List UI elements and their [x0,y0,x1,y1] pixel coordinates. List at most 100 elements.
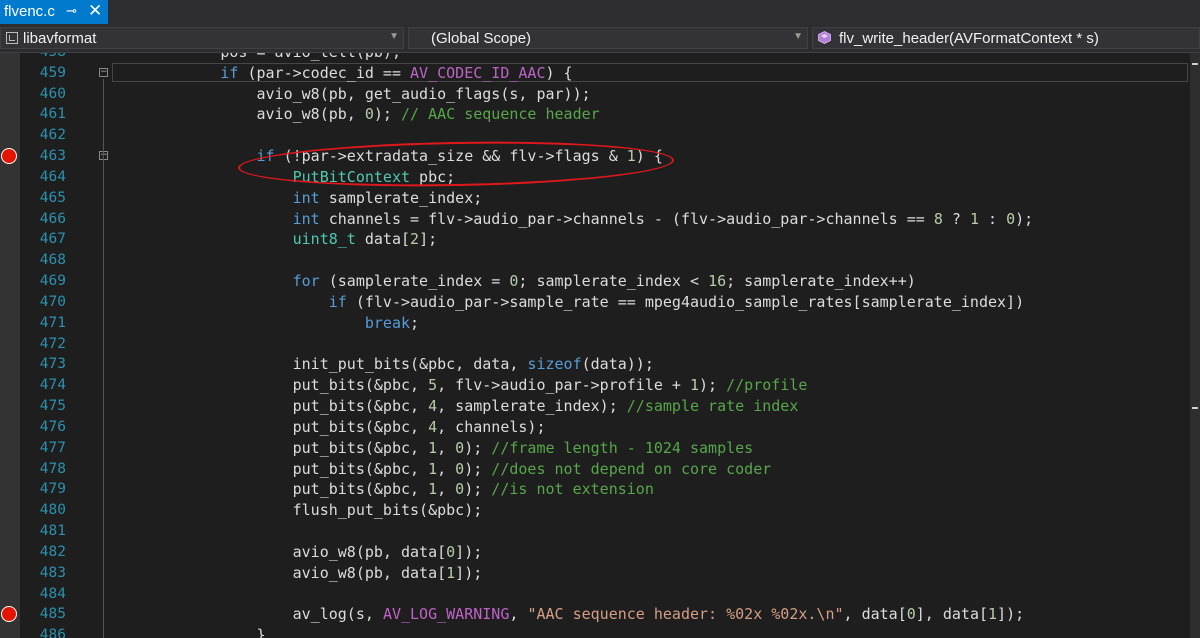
line-number: 478 [39,460,66,477]
code-line[interactable]: 475 put_bits(&pbc, 4, samplerate_index);… [0,396,1190,417]
tab-filename: flvenc.c [4,3,55,20]
line-number: 483 [39,564,66,581]
scope-label: (Global Scope) [431,30,532,47]
scrollbar-marker [1192,63,1198,65]
code-editor[interactable]: 458 pos = avio_tell(pb);459 − if (par->co… [0,53,1200,638]
code-text: for (samplerate_index = 0; samplerate_in… [292,272,916,291]
code-text: avio_w8(pb, 0); // AAC sequence header [112,105,600,124]
code-line[interactable]: 474 put_bits(&pbc, 5, flv->audio_par->pr… [0,375,1190,396]
breakpoint-icon[interactable] [1,148,17,165]
function-dropdown[interactable]: flv_write_header(AVFormatContext * s) [812,27,1200,49]
project-label: libavformat [23,30,97,47]
code-line[interactable]: 467 uint8_t data[2]; [0,229,1190,250]
code-line[interactable]: 469 for (samplerate_index = 0; samplerat… [0,271,1190,292]
code-line[interactable]: 460 avio_w8(pb, get_audio_flags(s, par))… [0,84,1190,105]
pin-icon[interactable]: ⊸ [66,3,77,19]
line-number: 471 [39,314,66,331]
scope-dropdown[interactable]: (Global Scope) ▼ [408,27,808,49]
line-number: 464 [39,168,66,185]
line-number: 463 [39,148,66,165]
line-number: 485 [39,606,66,623]
code-line[interactable]: 484 [0,584,1190,605]
line-number: 460 [39,85,66,102]
line-number: 469 [39,273,66,290]
document-tab-strip: flvenc.c ⊸ ✕ [0,0,1200,24]
chevron-down-icon: ▼ [389,31,399,42]
code-text: av_log(s, AV_LOG_WARNING, "AAC sequence … [112,605,1025,624]
code-line[interactable]: 468 [0,250,1190,271]
line-number: 479 [39,481,66,498]
code-line[interactable]: 458 pos = avio_tell(pb); [0,53,1190,63]
code-line[interactable]: 466 int channels = flv->audio_par->chann… [0,209,1190,230]
code-line[interactable]: 479 put_bits(&pbc, 1, 0); //is not exten… [0,479,1190,500]
line-number: 477 [39,439,66,456]
line-number: 480 [39,502,66,519]
method-icon [818,31,831,44]
code-text: flush_put_bits(&pbc); [112,501,483,520]
code-text: put_bits(&pbc, 5, flv->audio_par->profil… [112,376,808,395]
code-text: avio_w8(pb, data[0]); [112,542,483,561]
fold-guide-line [103,78,104,638]
code-text: put_bits(&pbc, 1, 0); //does not depend … [112,459,772,478]
code-text: put_bits(&pbc, 1, 0); //frame length - 1… [112,438,754,457]
line-number: 467 [39,231,66,248]
line-number: 474 [39,377,66,394]
code-line[interactable]: 480 flush_put_bits(&pbc); [0,500,1190,521]
code-text: break; [364,313,420,332]
line-number: 459 [39,64,66,81]
code-line[interactable]: 473 init_put_bits(&pbc, data, sizeof(dat… [0,354,1190,375]
code-line[interactable]: 482 avio_w8(pb, data[0]); [0,542,1190,563]
code-line[interactable]: 471 break; [0,313,1190,334]
vertical-scrollbar[interactable] [1190,53,1200,638]
code-line[interactable]: 486 } [0,625,1190,638]
code-text: avio_w8(pb, get_audio_flags(s, par)); [112,84,591,103]
line-number: 461 [39,106,66,123]
collapse-icon[interactable]: − [99,67,108,77]
code-text: init_put_bits(&pbc, data, sizeof(data)); [112,355,654,374]
line-number: 486 [39,627,66,638]
line-number: 472 [39,335,66,352]
code-line[interactable]: 462 [0,125,1190,146]
code-line[interactable]: 478 put_bits(&pbc, 1, 0); //does not dep… [0,459,1190,480]
code-text: if (flv->audio_par->sample_rate == mpeg4… [328,292,1025,311]
code-line[interactable]: 459 − if (par->codec_id == AV_CODEC_ID_AA… [0,62,1190,84]
code-text: uint8_t data[2]; [292,230,438,249]
close-icon[interactable]: ✕ [88,1,102,21]
breakpoint-icon[interactable] [1,606,17,623]
project-dropdown[interactable]: libavformat ▼ [0,27,404,49]
code-line[interactable]: 461 avio_w8(pb, 0); // AAC sequence head… [0,104,1190,125]
code-line[interactable]: 465 int samplerate_index; [0,188,1190,209]
line-number: 468 [39,252,66,269]
code-line[interactable]: 463− if (!par->extradata_size && flv->fl… [0,146,1190,167]
code-line[interactable]: 476 put_bits(&pbc, 4, channels); [0,417,1190,438]
code-text: put_bits(&pbc, 4, channels); [112,417,546,436]
document-tab-flvenc[interactable]: flvenc.c ⊸ ✕ [0,0,108,24]
code-text: put_bits(&pbc, 4, samplerate_index); //s… [112,397,799,416]
code-text: PutBitContext pbc; [292,167,456,186]
code-line[interactable]: 477 put_bits(&pbc, 1, 0); //frame length… [0,438,1190,459]
line-number: 473 [39,356,66,373]
line-number: 458 [24,53,66,62]
code-text: if (par->codec_id == AV_CODEC_ID_AAC) { [220,63,573,82]
code-text: if (!par->extradata_size && flv->flags &… [256,147,663,166]
code-line[interactable]: 483 avio_w8(pb, data[1]); [0,563,1190,584]
navigation-bar: libavformat ▼ (Global Scope) ▼ flv_write… [0,24,1200,53]
code-line[interactable]: 472 [0,334,1190,355]
code-line[interactable]: 470 if (flv->audio_par->sample_rate == m… [0,292,1190,313]
code-line[interactable]: 485 av_log(s, AV_LOG_WARNING, "AAC seque… [0,604,1190,625]
line-number: 465 [39,189,66,206]
function-label: flv_write_header(AVFormatContext * s) [839,30,1099,47]
scrollbar-marker [1192,407,1198,409]
code-text: } [112,626,266,638]
code-line[interactable]: 464 PutBitContext pbc; [0,167,1190,188]
code-line[interactable]: 481 [0,521,1190,542]
line-number: 481 [39,523,66,540]
line-number: 475 [39,398,66,415]
line-number: 476 [39,418,66,435]
code-text: put_bits(&pbc, 1, 0); //is not extension [112,480,654,499]
line-number: 462 [39,127,66,144]
project-icon [6,32,18,44]
code-text: int channels = flv->audio_par->channels … [292,209,1034,228]
code-text: avio_w8(pb, data[1]); [112,563,483,582]
line-number: 482 [39,543,66,560]
